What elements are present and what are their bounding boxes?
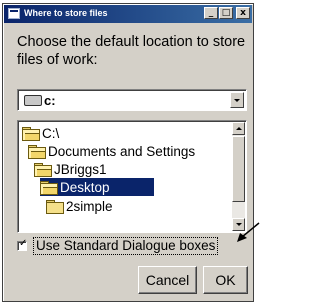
open-folder-icon bbox=[28, 144, 46, 159]
tree-item-desktop[interactable]: Desktop bbox=[40, 178, 154, 196]
open-folder-icon bbox=[22, 126, 40, 141]
folder-icon bbox=[46, 199, 64, 214]
tree-item-label: C:\ bbox=[42, 125, 60, 141]
tree-scrollbar[interactable] bbox=[232, 122, 245, 231]
tree-item-documents-and-settings[interactable]: Documents and Settings bbox=[28, 142, 195, 160]
tree-item-label: 2simple bbox=[66, 198, 113, 214]
use-standard-dialogue-option[interactable]: ✓ Use Standard Dialogue boxes bbox=[17, 237, 219, 255]
title-bar[interactable]: Where to store files _ □ x bbox=[4, 5, 252, 23]
open-folder-icon bbox=[40, 180, 58, 195]
chevron-down-icon[interactable] bbox=[230, 92, 244, 108]
ok-button[interactable]: OK bbox=[203, 266, 248, 294]
open-folder-icon bbox=[34, 162, 52, 177]
window-app-icon bbox=[8, 8, 20, 19]
scroll-thumb[interactable] bbox=[232, 136, 245, 202]
scroll-up-icon[interactable] bbox=[232, 122, 245, 135]
annotation-arrow-icon bbox=[237, 222, 260, 242]
drive-icon bbox=[24, 95, 42, 106]
tree-item-c-drive[interactable]: C:\ bbox=[22, 124, 59, 142]
drive-select-value: c: bbox=[44, 93, 56, 108]
tree-item-label: Documents and Settings bbox=[48, 143, 196, 159]
dialog-window: Where to store files _ □ x Choose the de… bbox=[2, 3, 254, 302]
tree-item-label: JBriggs1 bbox=[54, 161, 107, 177]
folder-tree[interactable]: C:\ Documents and Settings JBriggs1 Desk… bbox=[17, 120, 247, 233]
minimize-button[interactable]: _ bbox=[204, 7, 218, 19]
prompt-text: Choose the default location to store fil… bbox=[17, 34, 246, 68]
close-button[interactable]: x bbox=[236, 7, 250, 19]
use-standard-dialogue-checkbox[interactable]: ✓ bbox=[17, 238, 28, 251]
maximize-button[interactable]: □ bbox=[219, 7, 233, 19]
use-standard-dialogue-label[interactable]: Use Standard Dialogue boxes bbox=[33, 237, 219, 255]
tree-item-label: Desktop bbox=[60, 179, 110, 195]
tree-item-jbriggs1[interactable]: JBriggs1 bbox=[34, 160, 107, 178]
checkmark-icon: ✓ bbox=[19, 238, 28, 249]
tree-item-2simple[interactable]: 2simple bbox=[46, 197, 113, 215]
cancel-button[interactable]: Cancel bbox=[138, 266, 197, 294]
window-title: Where to store files bbox=[24, 8, 108, 18]
drive-select[interactable]: c: bbox=[17, 89, 247, 111]
